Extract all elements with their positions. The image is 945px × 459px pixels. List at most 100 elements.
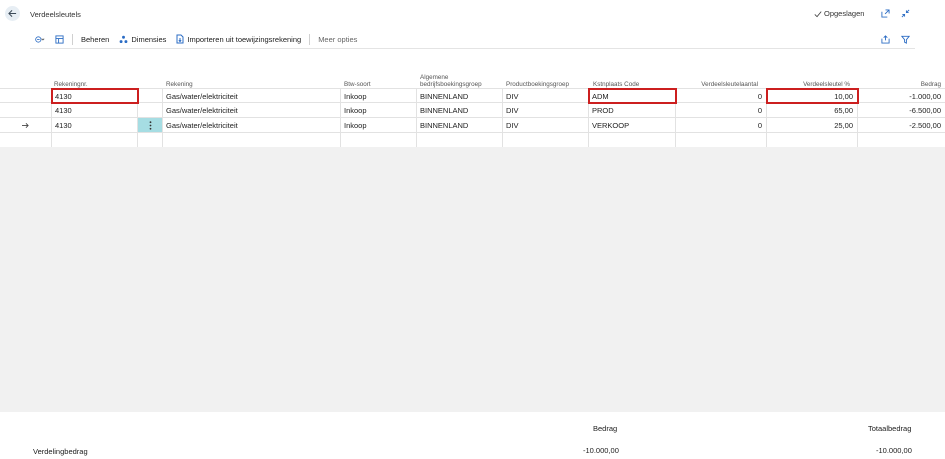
collapse-icon — [901, 9, 909, 17]
separator — [72, 33, 73, 45]
manage-button[interactable]: Beheren — [76, 30, 114, 48]
table-row[interactable]: 4130 Gas/water/elektriciteit Inkoop BINN… — [0, 118, 945, 133]
allocation-lines-grid: Rekeningnr. Rekening Btw-soort Algemene … — [0, 68, 945, 148]
table-row[interactable]: 4130 Gas/water/elektriciteit Inkoop BINN… — [0, 103, 945, 118]
alloc-qty-cell[interactable]: 0 — [676, 118, 767, 132]
row-indicator — [0, 89, 52, 103]
cost-center-cell[interactable] — [589, 133, 676, 147]
dimensions-label: Dimensies — [131, 34, 167, 44]
alloc-pct-cell[interactable]: 65,00 — [767, 103, 858, 117]
separator — [309, 33, 311, 45]
footer-amount-value: -10.000,00 — [583, 446, 619, 455]
cost-center-cell[interactable]: VERKOOP — [589, 118, 676, 132]
layout-icon — [55, 34, 64, 44]
import-document-icon — [176, 34, 184, 44]
column-header-alloc-qty[interactable]: Verdeelsleutelaantal — [676, 68, 758, 88]
gen-prod-group-cell[interactable]: DIV — [503, 89, 589, 103]
import-button[interactable]: Importeren uit toewijzingsrekening — [171, 30, 306, 48]
gen-bus-group-cell[interactable] — [417, 133, 503, 147]
cost-center-cell[interactable]: ADM — [588, 88, 677, 104]
column-header-vat-type[interactable]: Btw-soort — [344, 68, 414, 88]
column-header-alloc-pct[interactable]: Verdeelsleutel % — [768, 68, 850, 88]
current-row-indicator — [0, 118, 52, 132]
alloc-qty-cell[interactable]: 0 — [676, 89, 767, 103]
share-icon — [880, 34, 890, 44]
cost-center-cell[interactable]: PROD — [589, 103, 676, 117]
column-header-gen-bus-group[interactable]: Algemene bedrijfsboekingsgroep — [420, 68, 505, 88]
gen-bus-group-cell[interactable]: BINNENLAND — [417, 103, 503, 117]
gen-bus-group-cell[interactable]: BINNENLAND — [417, 118, 503, 132]
account-cell[interactable]: Gas/water/elektriciteit — [163, 89, 341, 103]
alloc-pct-cell[interactable]: 25,00 — [767, 118, 858, 132]
current-row-arrow-icon — [22, 122, 29, 128]
amount-cell: -6.500,00 — [909, 105, 941, 115]
vat-type-cell[interactable]: Inkoop — [341, 118, 417, 132]
account-no-cell[interactable]: 4130 — [51, 88, 139, 104]
vat-type-cell[interactable]: Inkoop — [341, 103, 417, 117]
back-button[interactable] — [5, 6, 20, 21]
gen-prod-group-cell[interactable]: DIV — [503, 118, 589, 132]
alloc-pct-cell[interactable] — [767, 133, 858, 147]
filter-button[interactable] — [900, 34, 910, 44]
amount-cell: -2.500,00 — [909, 120, 941, 130]
row-menu-cell — [138, 89, 163, 103]
column-header-gen-prod-group[interactable]: Productboekingsgroep — [506, 68, 588, 88]
account-no-cell[interactable]: 4130 — [52, 103, 138, 117]
gen-prod-group-cell[interactable] — [503, 133, 589, 147]
row-menu-cell — [138, 133, 163, 147]
account-cell[interactable]: Gas/water/elektriciteit — [163, 118, 341, 132]
open-in-new-window-button[interactable] — [880, 8, 890, 18]
table-row-empty[interactable] — [0, 133, 945, 148]
gen-bus-group-cell[interactable]: BINNENLAND — [417, 89, 503, 103]
column-header-cost-center[interactable]: Kstnplaats Code — [593, 68, 675, 88]
column-header-account-no[interactable]: Rekeningnr. — [54, 68, 134, 88]
row-menu-cell — [138, 103, 163, 117]
vat-type-cell[interactable]: Inkoop — [341, 89, 417, 103]
account-cell[interactable]: Gas/water/elektriciteit — [163, 103, 341, 117]
check-icon — [814, 10, 822, 17]
page-layout-button[interactable] — [50, 30, 69, 48]
saved-label: Opgeslagen — [824, 9, 865, 18]
manage-label: Beheren — [81, 34, 110, 44]
row-actions-button[interactable] — [138, 118, 163, 132]
account-no-cell[interactable] — [52, 133, 138, 147]
alloc-qty-cell[interactable] — [676, 133, 767, 147]
amount-cell: -1.000,00 — [909, 91, 941, 101]
row-indicator — [0, 103, 52, 117]
saved-status: Opgeslagen — [814, 9, 864, 18]
row-indicator — [0, 133, 52, 147]
column-header-account[interactable]: Rekening — [166, 68, 336, 88]
top-bar: Verdeelsleutels Opgeslagen — [0, 0, 945, 28]
empty-list-area — [0, 147, 945, 412]
footer-label: Verdelingbedrag — [33, 447, 88, 456]
footer-amount-header: Bedrag — [593, 424, 618, 433]
footer-total-header: Totaalbedrag — [868, 424, 912, 433]
amount-cell — [858, 133, 945, 147]
action-bar: Beheren Dimensies Importeren uit toewijz… — [30, 30, 915, 48]
column-header-gen-bus-group-line2: bedrijfsboekingsgroep — [420, 81, 482, 88]
account-cell[interactable] — [163, 133, 341, 147]
dimensions-button[interactable]: Dimensies — [114, 30, 171, 48]
import-label: Importeren uit toewijzingsrekening — [187, 34, 302, 44]
collapse-button[interactable] — [900, 8, 910, 18]
table-row[interactable]: 4130 Gas/water/elektriciteit Inkoop BINN… — [0, 88, 945, 104]
divider — [30, 48, 915, 49]
more-options-label: Meer opties — [318, 34, 358, 44]
page-title: Verdeelsleutels — [30, 10, 81, 19]
more-options-button[interactable]: Meer opties — [313, 30, 362, 48]
footer-total-value: -10.000,00 — [876, 446, 912, 455]
column-header-gen-bus-group-line1: Algemene — [420, 74, 449, 81]
back-arrow-icon — [8, 9, 17, 18]
filter-icon — [900, 35, 910, 44]
vat-type-cell[interactable] — [341, 133, 417, 147]
alloc-qty-cell[interactable]: 0 — [676, 103, 767, 117]
account-no-cell[interactable]: 4130 — [52, 118, 138, 132]
open-in-new-window-icon — [880, 8, 890, 18]
gen-prod-group-cell[interactable]: DIV — [503, 103, 589, 117]
dimensions-icon — [119, 35, 128, 43]
more-vertical-icon — [149, 120, 151, 130]
column-header-amount[interactable]: Bedrag — [860, 68, 941, 88]
view-switch-button[interactable] — [30, 30, 50, 48]
alloc-pct-cell[interactable]: 10,00 — [766, 88, 859, 104]
share-button[interactable] — [880, 34, 890, 44]
